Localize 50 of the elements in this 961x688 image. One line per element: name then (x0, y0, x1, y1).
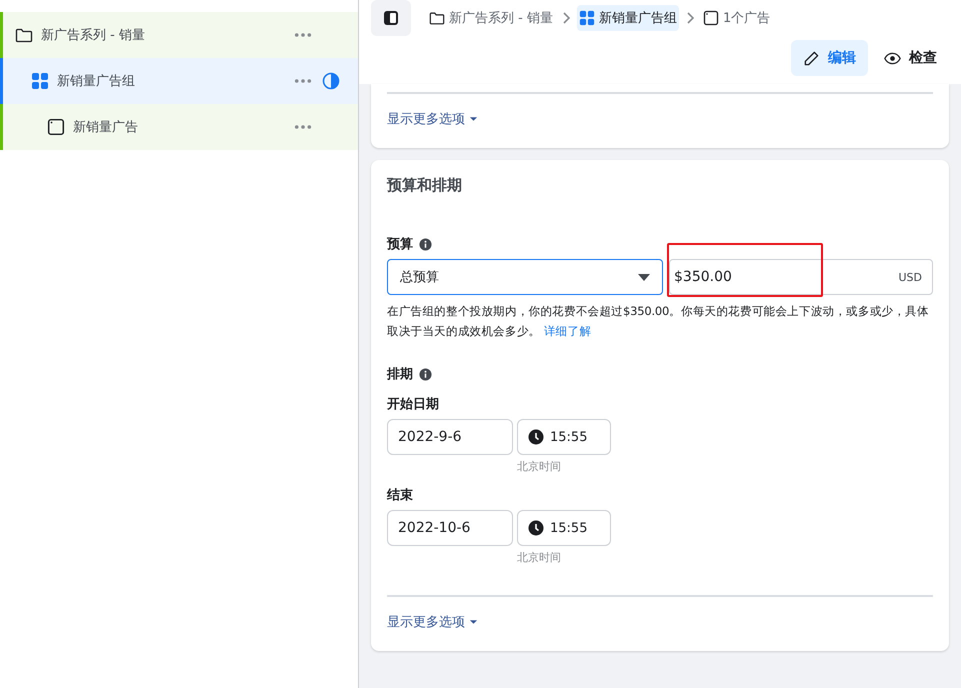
clock-icon (528, 429, 544, 445)
tree-item[interactable]: 新广告系列 - 销量 (0, 12, 358, 58)
show-more-link[interactable]: 显示更多选项 (387, 613, 478, 631)
window-icon (47, 118, 65, 136)
chevron-icon (560, 11, 571, 25)
tree-item[interactable]: 新销量广告组 (0, 58, 358, 104)
learn-more-link[interactable]: 详细了解 (544, 324, 592, 338)
grid-icon (31, 72, 49, 90)
grid-icon (578, 10, 595, 26)
sidebar-icon (382, 9, 400, 27)
caret-icon (469, 619, 478, 625)
date-label: 开始日期 (387, 396, 440, 413)
breadcrumb-link[interactable]: 新广告系列 - 销量 (427, 5, 555, 31)
help-text: 在广告组的整个投放期内，你的花费不会超过$350.00。你每天的花费可能会上下波动，或多或少，具体取决于当天的成效机会多少。 详细了解 (387, 303, 930, 340)
currency-label: USD (898, 270, 922, 284)
folder-icon (429, 10, 445, 26)
timezone-label: 北京时间 (517, 550, 562, 565)
more-icon[interactable] (294, 78, 312, 84)
info-icon[interactable] (419, 368, 432, 380)
budget-type-dropdown[interactable]: 总预算 (387, 259, 663, 295)
caret-icon (469, 116, 478, 122)
tree-item[interactable]: 新销量广告 (0, 104, 358, 150)
timezone-label: 北京时间 (517, 459, 562, 474)
more-icon[interactable] (294, 32, 312, 38)
pencil-icon (803, 50, 820, 66)
budget-amount-field[interactable]: $350.00 USD (669, 259, 933, 295)
breadcrumb-link[interactable]: 新销量广告组 (576, 5, 679, 31)
breadcrumb-link[interactable]: 1个广告 (700, 5, 772, 31)
info-icon[interactable] (419, 238, 432, 250)
clock-icon (528, 520, 544, 536)
time-field[interactable]: 15:55 (517, 419, 611, 455)
tree-item-label: 新销量广告组 (57, 73, 136, 90)
time-field[interactable]: 15:55 (517, 510, 611, 546)
show-more-link[interactable]: 显示更多选项 (387, 110, 478, 128)
date-field[interactable]: 2022-10-6 (387, 510, 513, 546)
mode-button[interactable]: 检查 (872, 40, 949, 76)
date-label: 结束 (387, 487, 414, 504)
folder-icon (15, 26, 33, 44)
tree-item-label: 新销量广告 (73, 119, 139, 136)
field-label: 排期 (387, 366, 413, 383)
date-field[interactable]: 2022-9-6 (387, 419, 513, 455)
tree-item-label: 新广告系列 - 销量 (41, 27, 146, 44)
chevron-icon (684, 11, 695, 25)
sidebar-toggle-button[interactable] (371, 0, 411, 36)
caret-icon (638, 274, 650, 280)
mode-button[interactable]: 编辑 (791, 40, 868, 76)
window-icon (702, 10, 719, 26)
more-icon[interactable] (294, 124, 312, 130)
card-title: 预算和排期 (387, 176, 463, 195)
field-label: 预算 (387, 236, 413, 253)
